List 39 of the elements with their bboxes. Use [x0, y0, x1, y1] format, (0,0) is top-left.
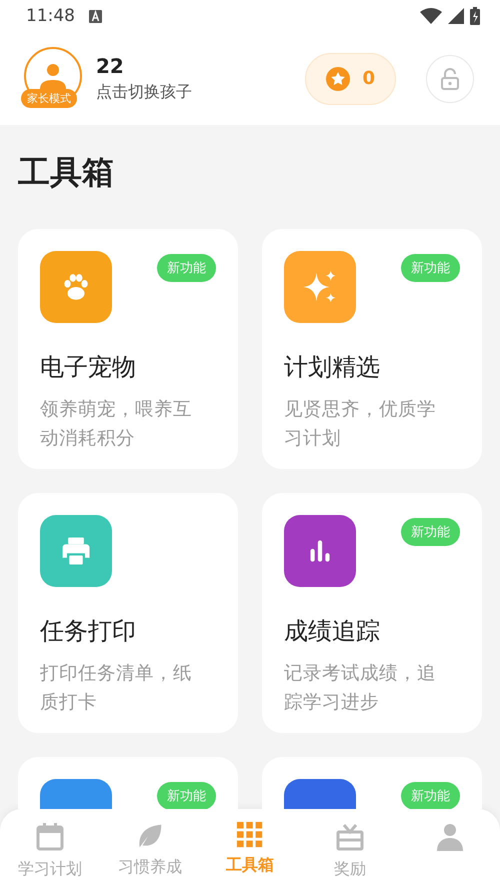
- signal-icon: [448, 8, 464, 24]
- card-title: 成绩追踪: [284, 616, 381, 647]
- card-description: 领养萌宠，喂养互动消耗积分: [40, 398, 193, 451]
- card-title: 计划精选: [284, 352, 381, 383]
- nav-tab[interactable]: 学习计划: [0, 809, 100, 890]
- wifi-icon: [420, 8, 442, 24]
- card-description: 打印任务清单，纸质打卡: [40, 662, 193, 715]
- tool-card[interactable]: 新功能 电子宠物 领养萌宠，喂养互动消耗积分: [18, 229, 238, 469]
- page-title: 工具箱: [18, 152, 115, 193]
- card-description: 见贤思齐，优质学习计划: [284, 398, 437, 451]
- card-title: 任务打印: [40, 616, 137, 647]
- tool-card[interactable]: 新功能: [18, 757, 238, 809]
- nav-tab[interactable]: 习惯养成: [100, 809, 200, 890]
- switch-child-link[interactable]: 点击切换孩子: [96, 82, 192, 103]
- child-name: 22: [96, 54, 125, 78]
- person-icon: [38, 62, 68, 88]
- tool-card[interactable]: 新功能 计划精选 见贤思齐，优质学习计划: [262, 229, 482, 469]
- lock-icon: [441, 68, 459, 90]
- card-title: 电子宠物: [40, 352, 137, 383]
- new-feature-badge: 新功能: [401, 254, 460, 282]
- battery-icon: [470, 7, 480, 25]
- new-feature-badge: 新功能: [157, 782, 216, 809]
- nav-tab[interactable]: 奖励: [300, 809, 400, 890]
- gift-icon: [334, 821, 366, 853]
- tool-card[interactable]: 新功能 成绩追踪 记录考试成绩，追踪学习进步: [262, 493, 482, 733]
- lock-button[interactable]: [426, 54, 474, 102]
- card-description: 记录考试成绩，追踪学习进步: [284, 662, 437, 715]
- new-feature-badge: 新功能: [401, 518, 460, 546]
- notification-icon: [89, 10, 102, 22]
- person-icon: [434, 821, 466, 853]
- tool-card[interactable]: 新功能: [262, 757, 482, 809]
- status-time: 11:48: [26, 6, 75, 26]
- points-pill[interactable]: 0: [305, 52, 396, 104]
- tool-card[interactable]: 任务打印 打印任务清单，纸质打卡: [18, 493, 238, 733]
- new-feature-badge: 新功能: [401, 782, 460, 809]
- calendar-icon: [34, 821, 66, 853]
- grid-icon: [236, 821, 264, 849]
- nav-tab[interactable]: 工具箱: [200, 809, 300, 890]
- new-feature-badge: 新功能: [157, 254, 216, 282]
